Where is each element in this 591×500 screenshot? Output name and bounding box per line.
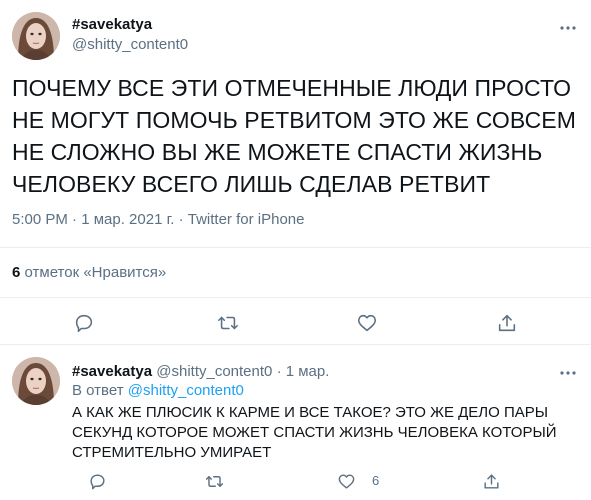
heart-icon[interactable] <box>356 312 378 334</box>
retweet-icon[interactable] <box>217 312 239 334</box>
divider <box>0 344 591 345</box>
likes-summary[interactable]: 6 отметок «Нравится» <box>12 264 166 281</box>
likes-count: 6 <box>12 264 21 281</box>
reply-bubble-icon[interactable] <box>88 472 107 491</box>
user-handle[interactable]: @shitty_content0 <box>156 363 272 380</box>
display-name[interactable]: #savekatya <box>72 16 152 33</box>
like-count: 6 <box>372 473 380 488</box>
replying-prefix: В ответ <box>72 382 124 399</box>
meta-separator: · <box>72 211 78 228</box>
reply-date[interactable]: 1 мар. <box>286 363 330 380</box>
share-upload-icon[interactable] <box>482 472 501 491</box>
retweet-icon[interactable] <box>205 472 224 491</box>
tweet-text: ПОЧЕМУ ВСЕ ЭТИ ОТМЕЧЕННЫЕ ЛЮДИ ПРОСТО НЕ… <box>12 75 577 197</box>
avatar[interactable] <box>12 12 60 60</box>
reply-text: А КАК ЖЕ ПЛЮСИК К КАРМЕ И ВСЕ ТАКОЕ? ЭТО… <box>72 404 557 461</box>
likes-label: отметок «Нравится» <box>24 264 167 281</box>
tweet-meta: 5:00 PM · 1 мар. 2021 г. · Twitter for i… <box>12 211 304 228</box>
main-tweet: #savekatya @shitty_content0 ПОЧЕМУ ВСЕ Э… <box>0 0 591 344</box>
divider <box>0 297 591 298</box>
tweet-date[interactable]: 1 мар. 2021 г. <box>81 211 174 228</box>
display-name[interactable]: #savekatya <box>72 363 152 380</box>
replying-to: В ответ @shitty_content0 <box>72 382 244 399</box>
replying-to-link[interactable]: @shitty_content0 <box>128 382 244 399</box>
meta-separator: · <box>178 211 184 228</box>
meta-separator: · <box>276 363 282 380</box>
heart-icon[interactable] <box>337 472 356 491</box>
user-handle[interactable]: @shitty_content0 <box>72 36 188 53</box>
reply-header: #savekatya @shitty_content0 · 1 мар. <box>72 363 329 380</box>
more-dots-icon[interactable] <box>558 363 578 383</box>
avatar[interactable] <box>12 357 60 405</box>
reply-bubble-icon[interactable] <box>73 312 95 334</box>
tweet-source[interactable]: Twitter for iPhone <box>188 211 305 228</box>
tweet-time[interactable]: 5:00 PM <box>12 211 68 228</box>
divider <box>0 247 591 248</box>
more-dots-icon[interactable] <box>558 18 578 38</box>
share-upload-icon[interactable] <box>496 312 518 334</box>
